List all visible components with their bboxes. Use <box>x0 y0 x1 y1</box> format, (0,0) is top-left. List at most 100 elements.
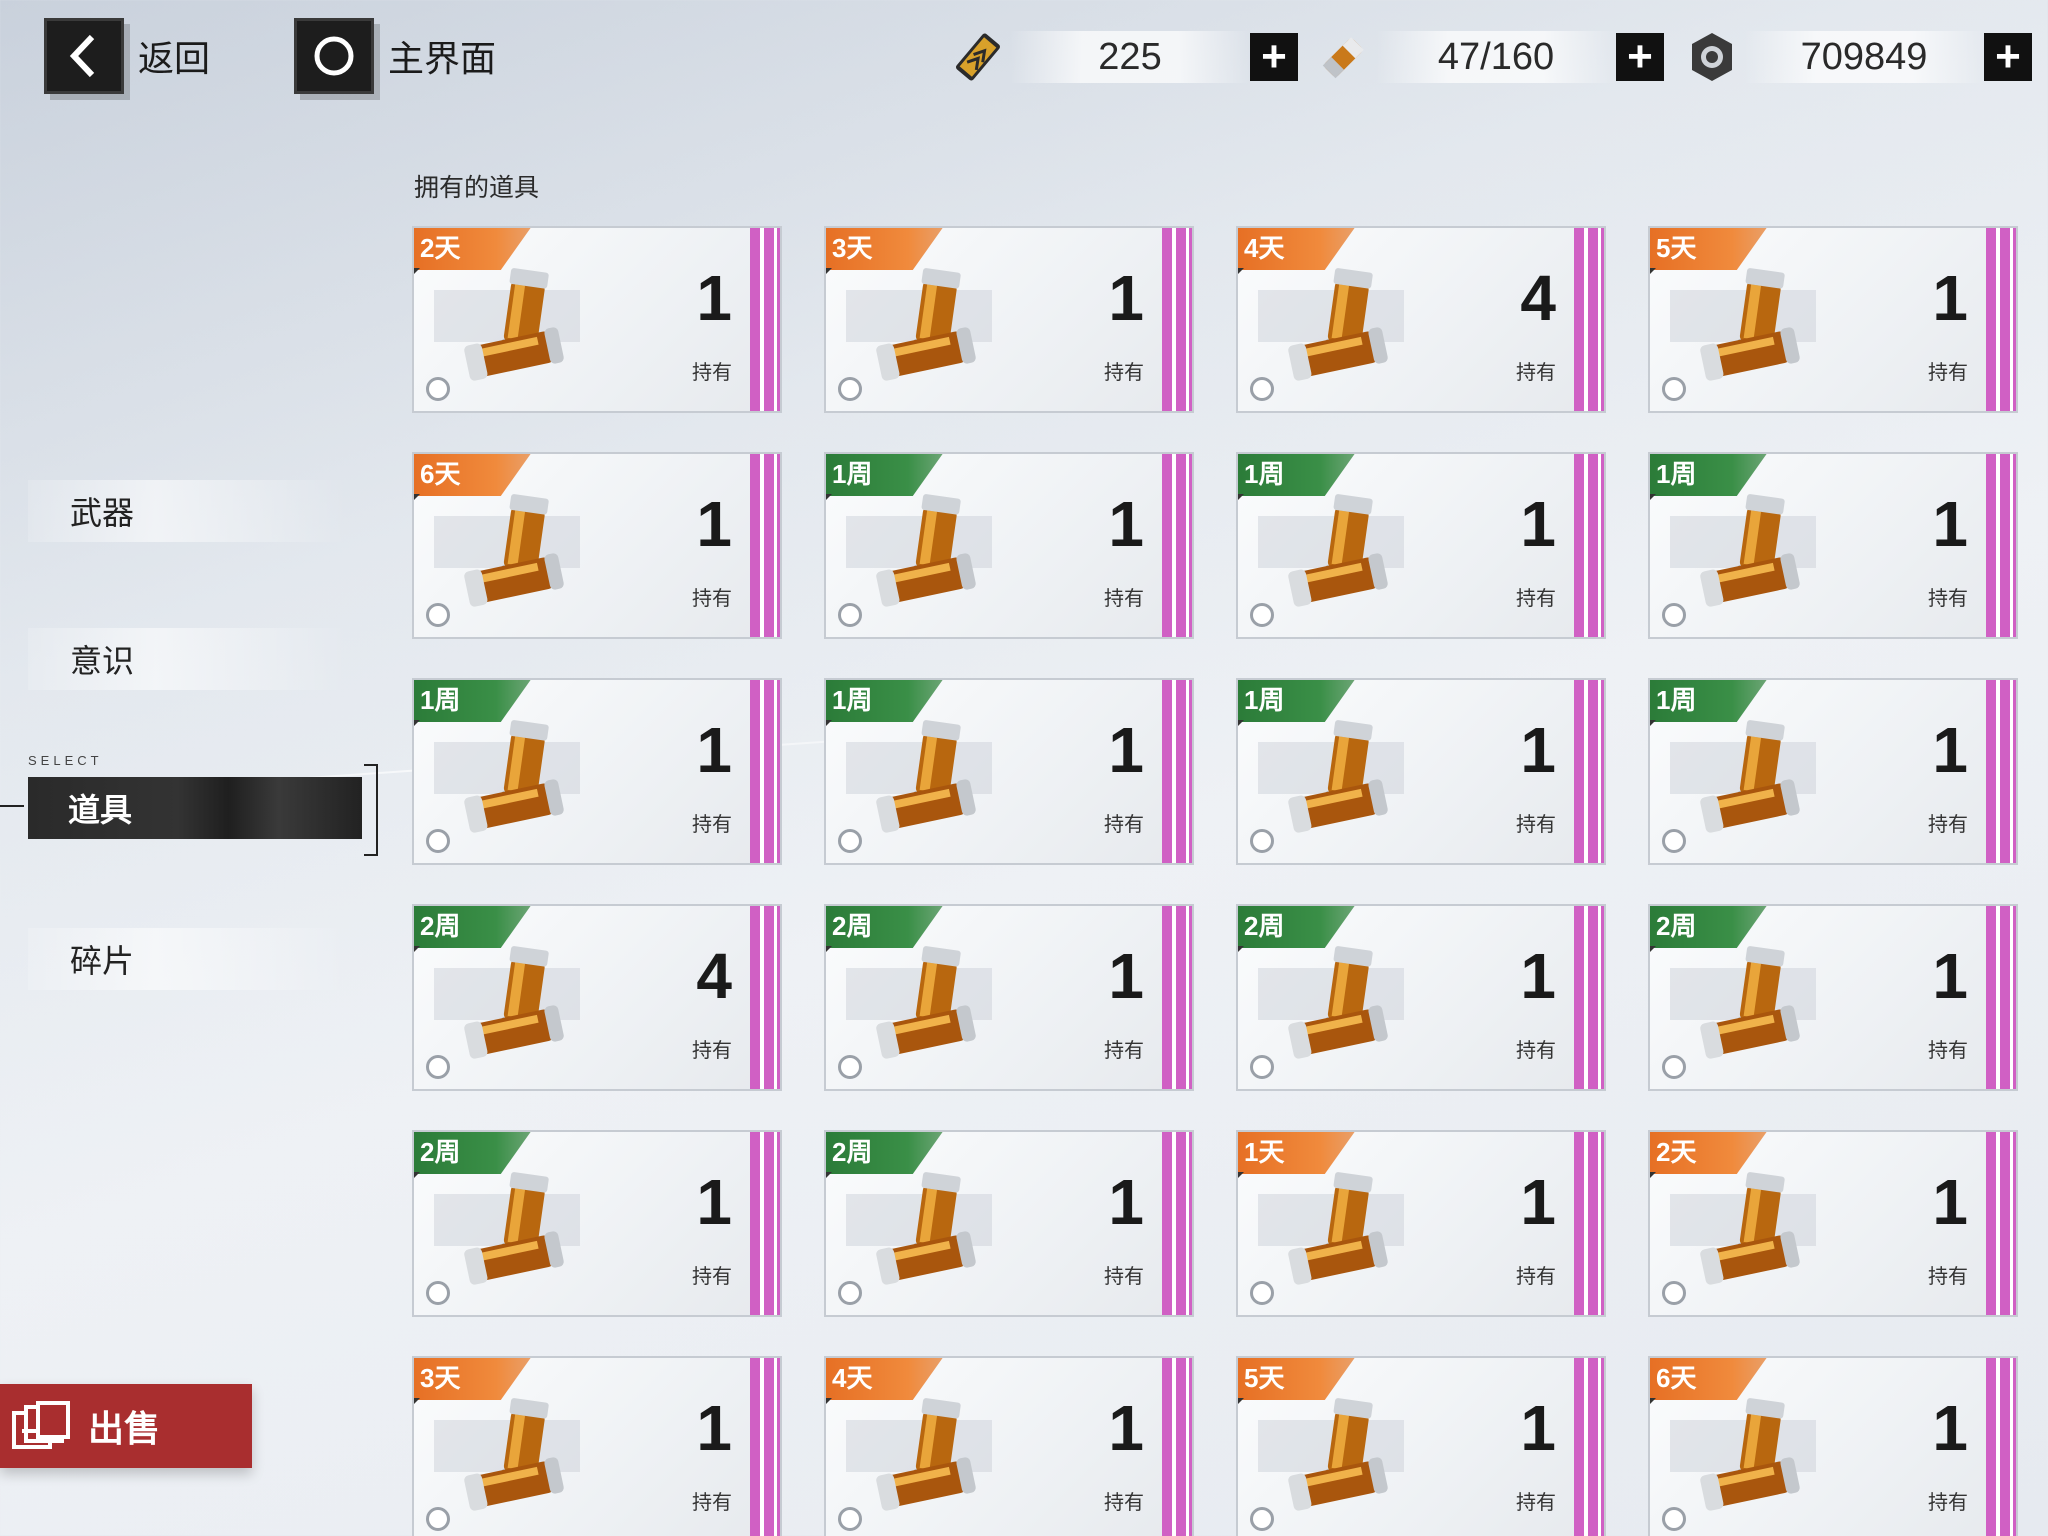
select-checkbox[interactable] <box>426 1055 450 1079</box>
rarity-stripe <box>1986 906 2016 1089</box>
item-card[interactable]: 1天 1 持有 <box>1236 1130 1606 1317</box>
rarity-stripe <box>1162 1358 1192 1536</box>
item-card[interactable]: 6天 1 持有 <box>412 452 782 639</box>
hold-label: 持有 <box>692 1266 732 1288</box>
hold-label: 持有 <box>1104 1040 1144 1062</box>
stamina-potion-icon <box>1690 1392 1830 1512</box>
selection-bracket <box>364 764 378 856</box>
add-stamina-button[interactable]: + <box>1616 33 1664 81</box>
tag-fold <box>414 1172 420 1180</box>
select-checkbox[interactable] <box>838 603 862 627</box>
item-count: 1 <box>1932 714 1968 786</box>
add-ticket-button[interactable]: + <box>1250 33 1298 81</box>
tag-fold <box>1238 1398 1244 1406</box>
select-checkbox[interactable] <box>838 829 862 853</box>
select-checkbox[interactable] <box>1250 829 1274 853</box>
item-card[interactable]: 2周 1 持有 <box>824 904 1194 1091</box>
sidebar-item-label: 碎片 <box>70 943 135 979</box>
stamina-potion-icon <box>866 488 1006 608</box>
sidebar-item-label: 道具 <box>68 792 133 828</box>
item-card[interactable]: 4天 1 持有 <box>824 1356 1194 1536</box>
item-card[interactable]: 5天 1 持有 <box>1236 1356 1606 1536</box>
select-checkbox[interactable] <box>1250 377 1274 401</box>
home-button[interactable]: 主界面 <box>294 18 496 94</box>
stamina-value: 47/160 <box>1376 31 1616 83</box>
item-card[interactable]: 3天 1 持有 <box>824 226 1194 413</box>
rarity-stripe <box>1986 228 2016 411</box>
item-card[interactable]: 6天 1 持有 <box>1648 1356 2018 1536</box>
item-card[interactable]: 3天 1 持有 <box>412 1356 782 1536</box>
stamina-potion-icon <box>1690 714 1830 834</box>
item-card[interactable]: 4天 4 持有 <box>1236 226 1606 413</box>
stamina-potion-icon <box>454 262 594 382</box>
tag-fold <box>414 268 420 276</box>
item-card[interactable]: 1周 1 持有 <box>412 678 782 865</box>
sidebar-item-weapons[interactable]: 武器 <box>28 480 348 542</box>
home-label: 主界面 <box>388 38 497 79</box>
item-count: 1 <box>1520 1392 1556 1464</box>
select-checkbox[interactable] <box>1250 603 1274 627</box>
select-checkbox[interactable] <box>426 377 450 401</box>
rarity-stripe <box>1162 228 1192 411</box>
item-card[interactable]: 2周 1 持有 <box>412 1130 782 1317</box>
item-card[interactable]: 2周 4 持有 <box>412 904 782 1091</box>
rarity-stripe <box>750 906 780 1089</box>
back-label: 返回 <box>138 38 211 79</box>
tag-fold <box>1238 1172 1244 1180</box>
rarity-stripe <box>1574 906 1604 1089</box>
rarity-stripe <box>1986 1358 2016 1536</box>
back-button[interactable]: 返回 <box>44 18 210 94</box>
item-card[interactable]: 1周 1 持有 <box>824 678 1194 865</box>
item-count: 1 <box>696 262 732 334</box>
select-checkbox[interactable] <box>838 1281 862 1305</box>
item-card[interactable]: 2天 1 持有 <box>1648 1130 2018 1317</box>
selection-marker <box>0 805 24 807</box>
item-card[interactable]: 1周 1 持有 <box>1648 678 2018 865</box>
select-checkbox[interactable] <box>426 603 450 627</box>
hold-label: 持有 <box>692 1492 732 1514</box>
item-card[interactable]: 2天 1 持有 <box>412 226 782 413</box>
sell-button[interactable]: 出售 <box>0 1384 252 1468</box>
select-checkbox[interactable] <box>426 829 450 853</box>
stamina-potion-icon <box>866 714 1006 834</box>
hold-label: 持有 <box>1928 362 1968 384</box>
tag-fold <box>1650 1172 1656 1180</box>
select-checkbox[interactable] <box>838 377 862 401</box>
item-card[interactable]: 1周 1 持有 <box>1648 452 2018 639</box>
select-tag: SELECT <box>28 753 103 768</box>
select-checkbox[interactable] <box>1250 1507 1274 1531</box>
resource-ticket: 225 + <box>946 22 1298 92</box>
item-card[interactable]: 1周 1 持有 <box>1236 452 1606 639</box>
select-checkbox[interactable] <box>1662 377 1686 401</box>
add-coin-button[interactable]: + <box>1984 33 2032 81</box>
item-card[interactable]: 2周 1 持有 <box>1236 904 1606 1091</box>
select-checkbox[interactable] <box>1250 1055 1274 1079</box>
item-card[interactable]: 5天 1 持有 <box>1648 226 2018 413</box>
section-title: 拥有的道具 <box>414 174 540 202</box>
item-card[interactable]: 1周 1 持有 <box>1236 678 1606 865</box>
select-checkbox[interactable] <box>1662 829 1686 853</box>
select-checkbox[interactable] <box>1662 1281 1686 1305</box>
item-count: 4 <box>696 940 732 1012</box>
sidebar-item-items[interactable]: 道具 <box>28 777 362 839</box>
select-checkbox[interactable] <box>1662 603 1686 627</box>
select-checkbox[interactable] <box>426 1281 450 1305</box>
item-count: 1 <box>1520 1166 1556 1238</box>
stamina-potion-icon <box>454 940 594 1060</box>
item-card[interactable]: 2周 1 持有 <box>1648 904 2018 1091</box>
select-checkbox[interactable] <box>1250 1281 1274 1305</box>
sidebar-item-stigmata[interactable]: 意识 <box>28 628 348 690</box>
item-card[interactable]: 2周 1 持有 <box>824 1130 1194 1317</box>
select-checkbox[interactable] <box>426 1507 450 1531</box>
select-checkbox[interactable] <box>1662 1055 1686 1079</box>
stamina-potion-icon <box>1690 1166 1830 1286</box>
select-checkbox[interactable] <box>838 1507 862 1531</box>
select-checkbox[interactable] <box>1662 1507 1686 1531</box>
stamina-potion-icon <box>1690 262 1830 382</box>
rarity-stripe <box>750 680 780 863</box>
rarity-stripe <box>1162 1132 1192 1315</box>
sidebar-item-fragments[interactable]: 碎片 <box>28 928 348 990</box>
item-card[interactable]: 1周 1 持有 <box>824 452 1194 639</box>
tag-fold <box>414 720 420 728</box>
select-checkbox[interactable] <box>838 1055 862 1079</box>
